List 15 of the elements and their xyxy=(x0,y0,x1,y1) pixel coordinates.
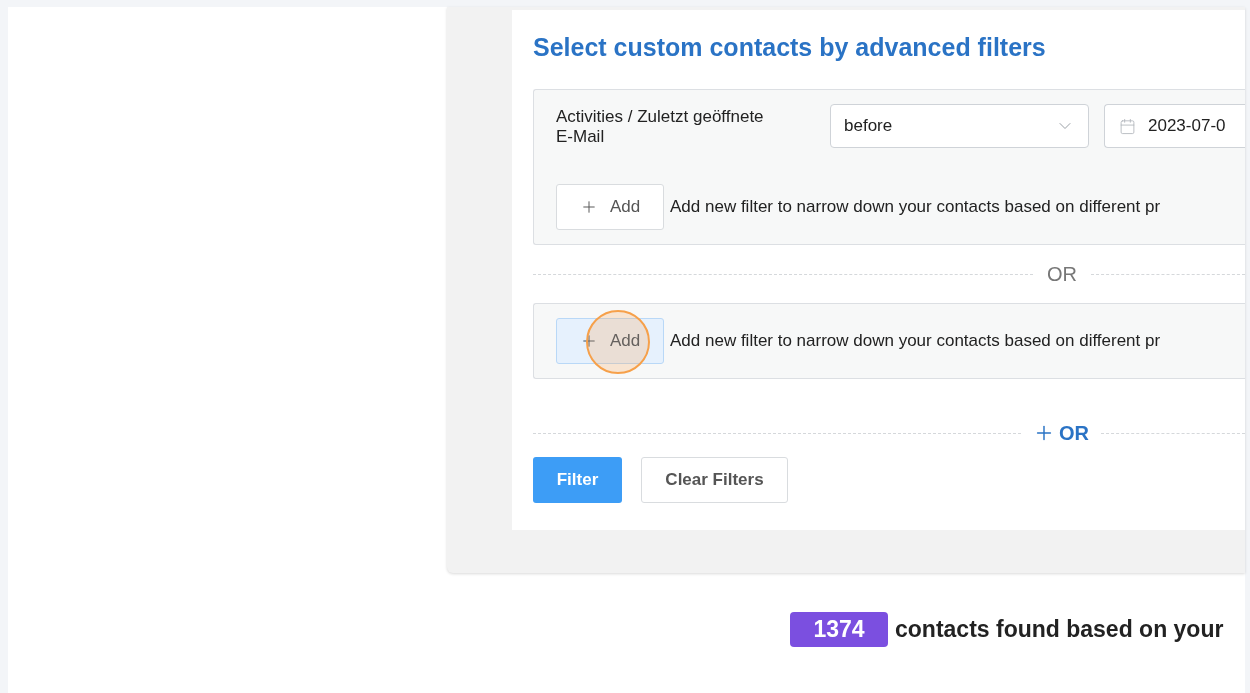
date-field[interactable]: 2023-07-0 xyxy=(1104,104,1245,148)
contacts-found-text: contacts found based on your xyxy=(895,615,1224,645)
add-filter-button[interactable]: Add xyxy=(556,184,664,230)
filter-field-label: Activities / Zuletzt geöffnete E-Mail xyxy=(556,106,765,147)
operator-select[interactable]: before xyxy=(830,104,1089,148)
clear-filters-button[interactable]: Clear Filters xyxy=(641,457,788,503)
add-filter-button[interactable]: Add xyxy=(556,318,664,364)
click-indicator xyxy=(586,310,650,374)
calendar-icon xyxy=(1119,117,1136,135)
or-separator: OR xyxy=(1046,262,1078,287)
filter-heading: Select custom contacts by advanced filters xyxy=(533,32,1046,62)
add-filter-hint: Add new filter to narrow down your contacts based on different pr xyxy=(670,330,1161,353)
add-filter-hint: Add new filter to narrow down your contacts based on different pr xyxy=(670,196,1161,219)
contact-count-badge: 1374 xyxy=(790,612,888,647)
add-or-button[interactable]: OR xyxy=(1021,418,1101,448)
